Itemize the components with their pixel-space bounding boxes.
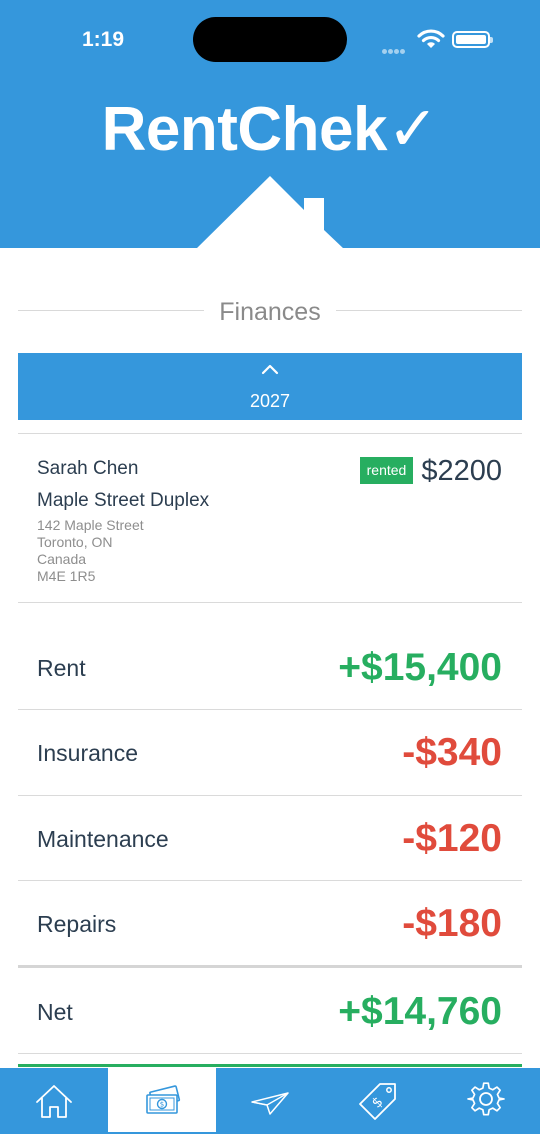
tab-settings[interactable] [432,1068,540,1134]
gear-icon [467,1082,505,1116]
finance-label: Insurance [37,740,139,766]
tab-pricing[interactable]: $ [324,1068,432,1134]
money-icon: $ [146,1085,181,1114]
section-title: Finances [219,298,321,326]
app-header: 1:19 RentChek✓ [0,0,540,249]
section-divider-right [336,310,522,311]
year-selector[interactable]: 2027 [18,353,522,420]
chevron-up-icon[interactable] [261,361,279,377]
tenant-name: Sarah Chen [37,458,139,479]
status-badge: rented [360,457,413,484]
net-accent-line [18,1064,522,1067]
section-header: Finances [18,292,522,332]
dynamic-island [193,17,347,62]
divider [18,1053,522,1054]
net-value: +$14,760 [338,990,502,1033]
price-tag-icon: $ [359,1083,396,1120]
property-name: Maple Street Duplex [37,490,210,511]
status-bar: 1:19 [0,0,540,80]
finance-label: Maintenance [37,826,169,852]
finance-value: +$15,400 [338,646,502,689]
total-divider [18,965,522,968]
net-label: Net [37,999,73,1025]
finance-value: -$120 [402,817,502,860]
status-time: 1:19 [82,28,125,51]
wifi-icon [417,29,445,48]
address-postal-code: M4E 1R5 [37,568,96,584]
home-icon [36,1085,72,1118]
tab-finances[interactable]: $ [108,1068,216,1132]
tab-bar: $ $ [0,1068,540,1134]
finance-label: Rent [37,655,86,681]
monthly-rent: $2200 [421,455,502,487]
house-logo-icon [196,176,344,249]
finance-label: Repairs [37,911,117,937]
tab-home[interactable] [0,1068,108,1134]
divider [18,795,522,796]
finance-value: -$340 [402,731,502,774]
finance-value: -$180 [402,902,502,945]
address-street: 142 Maple Street [37,517,144,533]
divider [18,433,522,434]
cellular-signal-icon [382,41,406,59]
divider [18,880,522,881]
divider [18,602,522,603]
battery-icon [452,31,493,48]
divider [18,709,522,710]
address-country: Canada [37,551,87,567]
svg-text:$: $ [160,1101,164,1109]
address-city: Toronto, ON [37,534,113,550]
tab-messages[interactable] [216,1068,324,1134]
app-title: RentChek✓ [101,95,439,164]
paper-plane-icon [251,1092,289,1115]
year-label: 2027 [249,391,291,411]
